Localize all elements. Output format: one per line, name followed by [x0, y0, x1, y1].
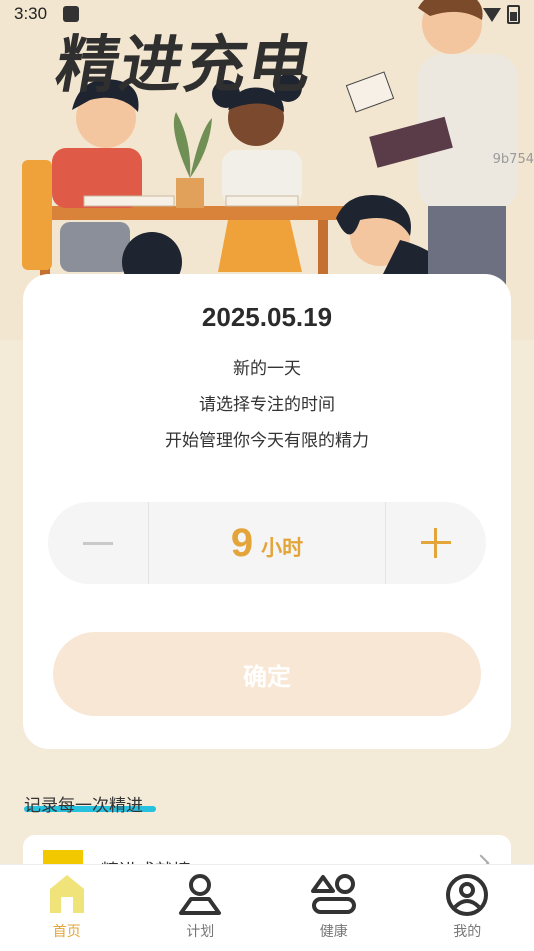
nav-mine[interactable]: 我的 [401, 865, 534, 951]
nav-plan-label: 计划 [134, 921, 268, 941]
status-time: 3:30 [14, 4, 47, 24]
nav-mine-label: 我的 [401, 921, 534, 941]
date-label: 2025.05.19 [23, 302, 511, 333]
focus-time-card: 2025.05.19 新的一天 请选择专注的时间 开始管理你今天有限的精力 9 … [23, 274, 511, 749]
wifi-icon [483, 8, 501, 22]
health-icon [311, 873, 357, 915]
increase-hours-button[interactable] [386, 502, 486, 584]
confirm-button[interactable]: 确定 [53, 632, 481, 716]
hours-value: 9 [231, 521, 253, 566]
notification-icon [63, 6, 79, 22]
hero-code: 9b754 [493, 152, 534, 167]
nav-home[interactable]: 首页 [0, 865, 134, 951]
minus-icon [83, 542, 113, 545]
hours-display: 9 小时 [148, 502, 386, 584]
hours-unit: 小时 [261, 532, 303, 562]
battery-icon [507, 5, 520, 24]
nav-health-label: 健康 [267, 921, 401, 941]
bottom-nav: 首页 计划 健康 我的 [0, 864, 534, 951]
greeting-line: 新的一天 [23, 354, 511, 379]
instruction-line: 请选择专注的时间 [23, 390, 511, 415]
hours-stepper: 9 小时 [48, 502, 486, 584]
motivation-line: 开始管理你今天有限的精力 [23, 426, 511, 451]
nav-health[interactable]: 健康 [267, 865, 401, 951]
decrease-hours-button[interactable] [48, 502, 148, 584]
records-section-title: 记录每一次精进 [24, 791, 143, 816]
status-bar: 3:30 [0, 0, 534, 28]
person-icon [177, 873, 223, 915]
plus-icon [421, 528, 451, 558]
status-icons [483, 5, 520, 24]
profile-icon [445, 873, 489, 917]
nav-home-label: 首页 [0, 921, 134, 941]
home-icon [47, 873, 87, 915]
nav-plan[interactable]: 计划 [134, 865, 268, 951]
